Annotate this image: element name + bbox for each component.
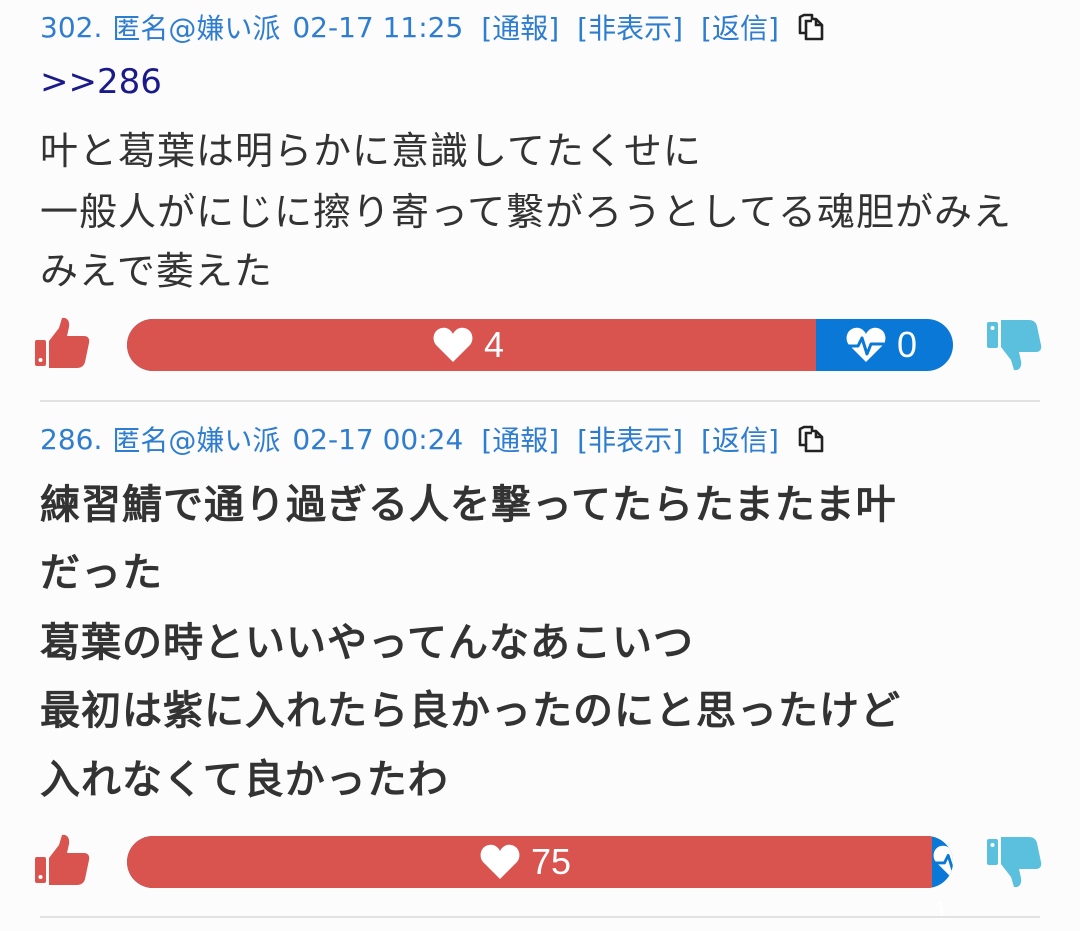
heartbeat-icon — [846, 327, 886, 362]
thumbs-up-icon[interactable] — [33, 833, 91, 891]
heartbeat-icon — [932, 844, 953, 884]
post-number: 286. — [40, 422, 103, 456]
report-link[interactable]: [通報] — [481, 7, 559, 47]
poster-name: 匿名@嫌い派 — [112, 12, 281, 45]
dislike-count-group: 0 — [845, 319, 917, 371]
like-count-group: 75 — [479, 836, 571, 888]
vote-row: 4 0 — [0, 316, 1080, 376]
post-body-line: 一般人がにじに擦り寄って繋がろうとしてる魂胆がみえ — [40, 190, 1012, 234]
post-302: 302. 匿名@嫌い派 02-17 11:25 [通報] [非表示] [返信] … — [0, 0, 1080, 400]
post-header: 302. 匿名@嫌い派 02-17 11:25 [通報] [非表示] [返信] — [40, 7, 829, 47]
like-count: 75 — [531, 841, 572, 882]
vote-ratio-bar: 75 — [127, 836, 953, 888]
like-count: 4 — [484, 324, 505, 365]
hide-link[interactable]: [非表示] — [577, 7, 683, 47]
vote-row: 75 1 — [0, 833, 1080, 925]
report-link[interactable]: [通報] — [481, 419, 559, 459]
post-286: 286. 匿名@嫌い派 02-17 00:24 [通報] [非表示] [返信] … — [0, 400, 1080, 925]
hide-link[interactable]: [非表示] — [577, 419, 683, 459]
thumbs-down-icon[interactable] — [985, 316, 1043, 374]
post-body-line: だった — [40, 550, 163, 596]
reply-link[interactable]: [返信] — [701, 7, 779, 47]
dislike-count: 0 — [897, 324, 918, 365]
post-body-line: 叶と葛葉は明らかに意識してたくせに — [40, 129, 702, 173]
post-number: 302. — [40, 10, 103, 44]
heart-icon — [480, 844, 520, 879]
like-count-group: 4 — [432, 319, 504, 371]
post-datetime: 02-17 11:25 — [292, 10, 464, 44]
reply-anchor-link[interactable]: >>286 — [40, 62, 162, 102]
post-body-line: 葛葉の時といいやってんなあこいつ — [40, 620, 694, 666]
post-body-line: 最初は紫に入れたら良かったのにと思ったけど — [40, 688, 901, 734]
post-divider — [40, 916, 1040, 918]
post-header: 286. 匿名@嫌い派 02-17 00:24 [通報] [非表示] [返信] — [40, 419, 829, 459]
poster-name: 匿名@嫌い派 — [112, 424, 281, 457]
post-body-line: みえで萎えた — [40, 249, 273, 293]
thumbs-up-icon[interactable] — [33, 316, 91, 374]
post-datetime: 02-17 00:24 — [292, 422, 464, 456]
heart-icon — [433, 327, 473, 362]
dislike-count: 1 — [934, 895, 949, 925]
copy-icon[interactable] — [795, 10, 829, 44]
post-body-line: 入れなくて良かったわ — [40, 757, 449, 803]
thumbs-down-icon[interactable] — [985, 833, 1043, 891]
copy-icon[interactable] — [795, 422, 829, 456]
vote-ratio-bar: 4 0 — [127, 319, 953, 371]
reply-link[interactable]: [返信] — [701, 419, 779, 459]
post-body-line: 練習鯖で通り過ぎる人を撃ってたらたまたま叶 — [40, 482, 897, 528]
